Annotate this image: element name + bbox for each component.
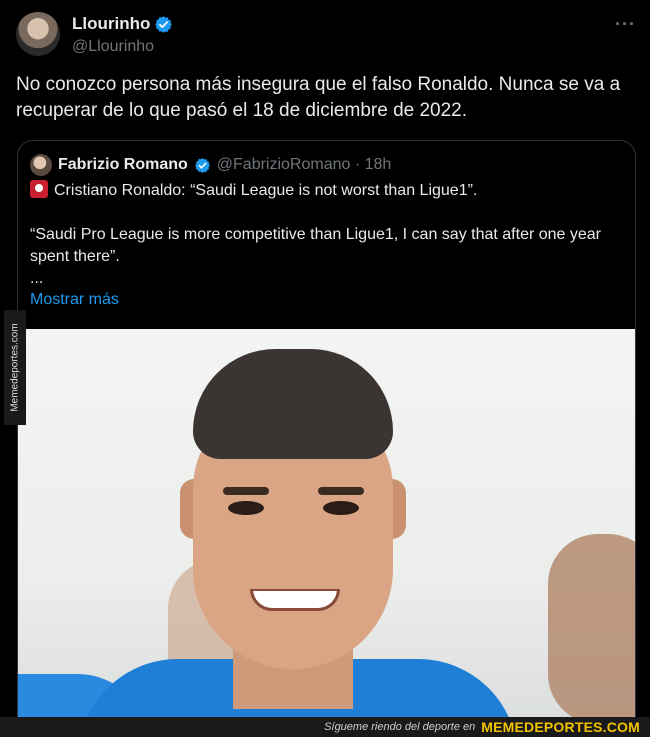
quote-author-name[interactable]: Fabrizio Romano xyxy=(58,156,188,174)
footer-text: Sígueте riendo del deporte en xyxy=(324,721,476,733)
quote-line-1: Cristiano Ronaldo: “Saudi League is not … xyxy=(30,180,620,202)
name-row: Llourinho xyxy=(72,14,173,34)
player-smile xyxy=(250,589,340,611)
show-more-link[interactable]: Mostrar más xyxy=(30,291,119,309)
player-eye xyxy=(228,501,264,515)
player-brow xyxy=(318,487,364,495)
quote-line-1-text: Cristiano Ronaldo: “Saudi League is not … xyxy=(54,182,478,199)
author-avatar[interactable] xyxy=(16,12,60,56)
tweet: Llourinho @Llourinho ··· No conozco pers… xyxy=(0,0,650,737)
tweet-text: No conozco persona más insegura que el f… xyxy=(16,74,621,121)
side-watermark-text: Memedeportes.com xyxy=(9,323,21,412)
quote-author-handle[interactable]: @FabrizioRomano · 18h xyxy=(217,156,392,174)
tweet-header: Llourinho @Llourinho ··· xyxy=(16,12,636,60)
author-name[interactable]: Llourinho xyxy=(72,14,150,34)
player-eye xyxy=(323,501,359,515)
more-options-icon[interactable]: ··· xyxy=(615,14,636,35)
quote-line-2: “Saudi Pro League is more competitive th… xyxy=(30,226,601,265)
player-hair xyxy=(193,349,393,459)
quote-header: Fabrizio Romano @FabrizioRomano · 18h xyxy=(30,154,391,176)
footer-brand[interactable]: MEMEDEPORTES.COM xyxy=(481,719,640,735)
quote-text: Cristiano Ronaldo: “Saudi League is not … xyxy=(30,180,620,290)
quote-author-avatar[interactable] xyxy=(30,154,52,176)
quoted-tweet[interactable]: Fabrizio Romano @FabrizioRomano · 18h Cr… xyxy=(17,140,636,737)
verified-badge-icon xyxy=(194,157,210,173)
side-watermark: Memedeportes.com xyxy=(4,310,26,425)
footer-watermark: Sígueте riendo del deporte en MEMEDEPORT… xyxy=(0,717,650,737)
player-brow xyxy=(223,487,269,495)
verified-badge-icon xyxy=(155,15,173,33)
author-handle[interactable]: @Llourinho xyxy=(72,38,173,56)
quote-photo[interactable] xyxy=(18,329,635,737)
siren-icon xyxy=(30,180,48,198)
background-person xyxy=(548,534,635,724)
author-names: Llourinho @Llourinho xyxy=(72,14,173,56)
quote-ellipsis: ... xyxy=(30,270,44,287)
